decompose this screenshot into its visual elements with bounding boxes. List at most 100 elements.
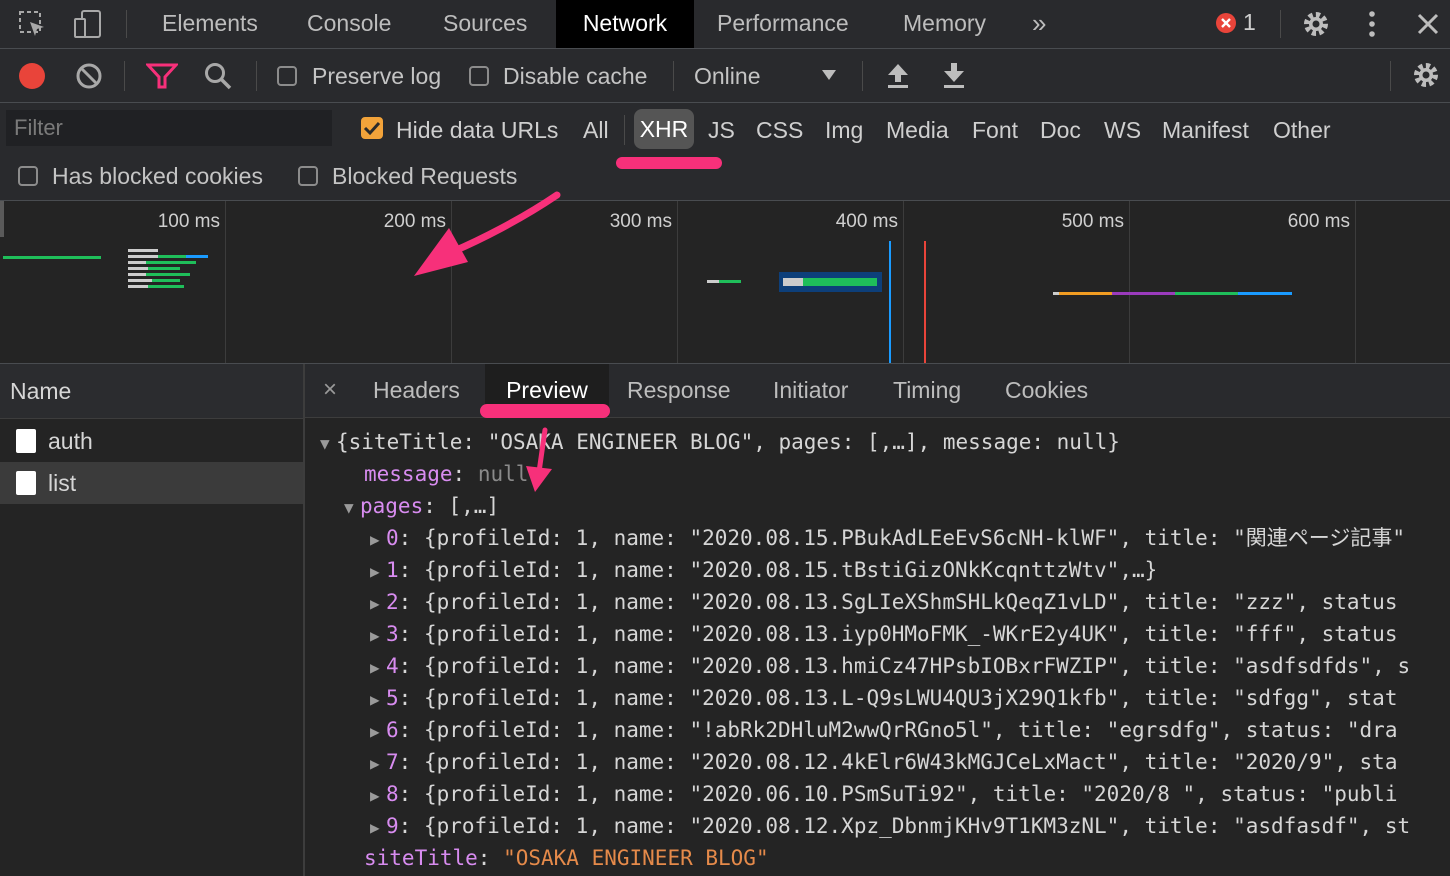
file-icon bbox=[16, 471, 36, 495]
request-row-auth[interactable]: auth bbox=[0, 420, 303, 462]
type-filter-img[interactable]: Img bbox=[825, 112, 863, 148]
preserve-log-label: Preserve log bbox=[312, 63, 442, 89]
tab-network[interactable]: Network bbox=[556, 0, 694, 48]
type-filter-xhr[interactable]: XHR bbox=[634, 109, 694, 149]
kebab-menu-icon[interactable] bbox=[1362, 9, 1382, 39]
preview-root-node[interactable]: ▼ {siteTitle: "OSAKA ENGINEER BLOG", page… bbox=[320, 426, 1120, 460]
chevron-down-icon[interactable] bbox=[821, 69, 837, 81]
request-row-list[interactable]: list bbox=[0, 462, 303, 504]
pages-item-row[interactable]: ▶ 7: {profileId: 1, name: "2020.08.12.4kE… bbox=[370, 746, 1397, 780]
expand-triangle-icon[interactable]: ▶ bbox=[370, 780, 386, 812]
error-icon[interactable] bbox=[1215, 12, 1237, 34]
throttling-select[interactable]: Online bbox=[694, 62, 760, 90]
expand-triangle-icon[interactable]: ▶ bbox=[370, 652, 386, 684]
type-filter-css[interactable]: CSS bbox=[756, 112, 803, 148]
preview-pages-node[interactable]: ▼ pages: [,…] bbox=[344, 490, 499, 524]
file-icon bbox=[16, 429, 36, 453]
json-object-summary: {profileId: 1, name: "2020.08.13.iyp0HMo… bbox=[423, 622, 1398, 646]
tab-response[interactable]: Response bbox=[627, 364, 731, 417]
type-filter-doc[interactable]: Doc bbox=[1040, 112, 1081, 148]
type-filter-all[interactable]: All bbox=[583, 112, 609, 148]
filter-funnel-icon[interactable] bbox=[146, 62, 178, 90]
json-index: 3 bbox=[386, 622, 399, 646]
tab-memory[interactable]: Memory bbox=[903, 0, 986, 48]
request-name: auth bbox=[48, 428, 93, 454]
json-index: 4 bbox=[386, 654, 399, 678]
filter-bar: Hide data URLs All XHR JS CSS Img Media … bbox=[0, 103, 1450, 201]
type-filter-js[interactable]: JS bbox=[708, 112, 735, 148]
pages-item-row[interactable]: ▶ 9: {profileId: 1, name: "2020.08.12.Xpz… bbox=[370, 810, 1410, 844]
json-object-summary: {profileId: 1, name: "2020.08.12.4kElr6W… bbox=[423, 750, 1398, 774]
export-har-icon[interactable] bbox=[942, 61, 966, 89]
expand-triangle-icon[interactable]: ▶ bbox=[370, 588, 386, 620]
expand-triangle-icon[interactable]: ▶ bbox=[370, 748, 386, 780]
type-filter-media[interactable]: Media bbox=[886, 112, 949, 148]
separator bbox=[862, 61, 863, 91]
tab-console[interactable]: Console bbox=[307, 0, 391, 48]
tab-initiator[interactable]: Initiator bbox=[773, 364, 848, 417]
expand-triangle-icon[interactable]: ▶ bbox=[370, 524, 386, 556]
request-list: Name auth list bbox=[0, 364, 305, 876]
network-overview[interactable]: 100 ms 200 ms 300 ms 400 ms 500 ms 600 m… bbox=[0, 201, 1450, 364]
type-filter-other[interactable]: Other bbox=[1273, 112, 1331, 148]
expand-triangle-icon[interactable]: ▼ bbox=[344, 492, 360, 524]
pages-item-row[interactable]: ▶ 5: {profileId: 1, name: "2020.08.13.L-Q… bbox=[370, 682, 1397, 716]
pages-item-row[interactable]: ▶ 1: {profileId: 1, name: "2020.08.15.tBs… bbox=[370, 554, 1157, 588]
json-object-summary: {profileId: 1, name: "2020.08.12.Xpz_Dbn… bbox=[423, 814, 1411, 838]
pages-item-row[interactable]: ▶ 8: {profileId: 1, name: "2020.06.10.PSm… bbox=[370, 778, 1397, 812]
expand-triangle-icon[interactable]: ▶ bbox=[370, 620, 386, 652]
blocked-requests-checkbox[interactable] bbox=[298, 166, 318, 186]
pages-item-row[interactable]: ▶ 4: {profileId: 1, name: "2020.08.13.hmi… bbox=[370, 650, 1410, 684]
disable-cache-checkbox[interactable] bbox=[469, 66, 489, 86]
filter-input[interactable] bbox=[6, 110, 332, 146]
blocked-requests-label: Blocked Requests bbox=[332, 163, 518, 189]
name-column-label: Name bbox=[10, 378, 72, 404]
network-settings-gear-icon[interactable] bbox=[1410, 59, 1442, 91]
tab-performance[interactable]: Performance bbox=[717, 0, 849, 48]
pages-item-row[interactable]: ▶ 2: {profileId: 1, name: "2020.08.13.SgL… bbox=[370, 586, 1397, 620]
settings-gear-icon[interactable] bbox=[1300, 8, 1332, 40]
json-index: 0 bbox=[386, 526, 399, 550]
type-filter-ws[interactable]: WS bbox=[1104, 112, 1141, 148]
json-key: siteTitle bbox=[364, 846, 478, 870]
expand-triangle-icon[interactable]: ▶ bbox=[370, 716, 386, 748]
error-count[interactable]: 1 bbox=[1243, 9, 1256, 36]
import-har-icon[interactable] bbox=[886, 61, 910, 89]
search-icon[interactable] bbox=[203, 61, 233, 91]
device-toolbar-icon[interactable] bbox=[72, 8, 104, 40]
tab-timing[interactable]: Timing bbox=[893, 364, 961, 417]
type-filter-manifest[interactable]: Manifest bbox=[1162, 112, 1249, 148]
separator bbox=[126, 10, 127, 38]
close-detail-icon[interactable]: × bbox=[323, 364, 337, 417]
tab-sources[interactable]: Sources bbox=[443, 0, 527, 48]
pages-item-row[interactable]: ▶ 6: {profileId: 1, name: "!abRk2DHluM2ww… bbox=[370, 714, 1397, 748]
json-index: 1 bbox=[386, 558, 399, 582]
pages-item-row[interactable]: ▶ 0: {profileId: 1, name: "2020.08.15.PBu… bbox=[370, 522, 1405, 556]
clear-icon[interactable] bbox=[75, 62, 103, 90]
type-filter-font[interactable]: Font bbox=[972, 112, 1018, 148]
expand-triangle-icon[interactable]: ▶ bbox=[370, 556, 386, 588]
json-object-summary: {profileId: 1, name: "2020.08.15.PBukAdL… bbox=[423, 526, 1405, 550]
expand-triangle-icon[interactable]: ▼ bbox=[320, 428, 336, 460]
pages-item-row[interactable]: ▶ 3: {profileId: 1, name: "2020.08.13.iyp… bbox=[370, 618, 1397, 652]
more-tabs-icon[interactable]: » bbox=[1032, 0, 1046, 48]
tab-elements[interactable]: Elements bbox=[162, 0, 258, 48]
has-blocked-cookies-checkbox[interactable] bbox=[18, 166, 38, 186]
expand-triangle-icon[interactable]: ▶ bbox=[370, 812, 386, 844]
hide-data-urls-checkbox[interactable] bbox=[361, 117, 383, 139]
tab-headers[interactable]: Headers bbox=[373, 364, 460, 417]
json-key: message bbox=[364, 462, 453, 486]
close-devtools-icon[interactable] bbox=[1414, 10, 1442, 38]
preserve-log-checkbox[interactable] bbox=[277, 66, 297, 86]
inspect-element-icon[interactable] bbox=[18, 10, 48, 40]
json-object-summary: {profileId: 1, name: "2020.08.13.L-Q9sLW… bbox=[423, 686, 1398, 710]
expand-triangle-icon[interactable]: ▶ bbox=[370, 684, 386, 716]
tab-cookies[interactable]: Cookies bbox=[1005, 364, 1088, 417]
json-index: 7 bbox=[386, 750, 399, 774]
json-index: 5 bbox=[386, 686, 399, 710]
json-object-summary: {profileId: 1, name: "2020.06.10.PSmSuTi… bbox=[423, 782, 1398, 806]
tab-preview[interactable]: Preview bbox=[485, 364, 609, 417]
json-object-summary: {profileId: 1, name: "!abRk2DHluM2wwQrRG… bbox=[423, 718, 1398, 742]
record-icon[interactable] bbox=[18, 62, 46, 90]
name-column-header[interactable]: Name bbox=[0, 364, 303, 419]
